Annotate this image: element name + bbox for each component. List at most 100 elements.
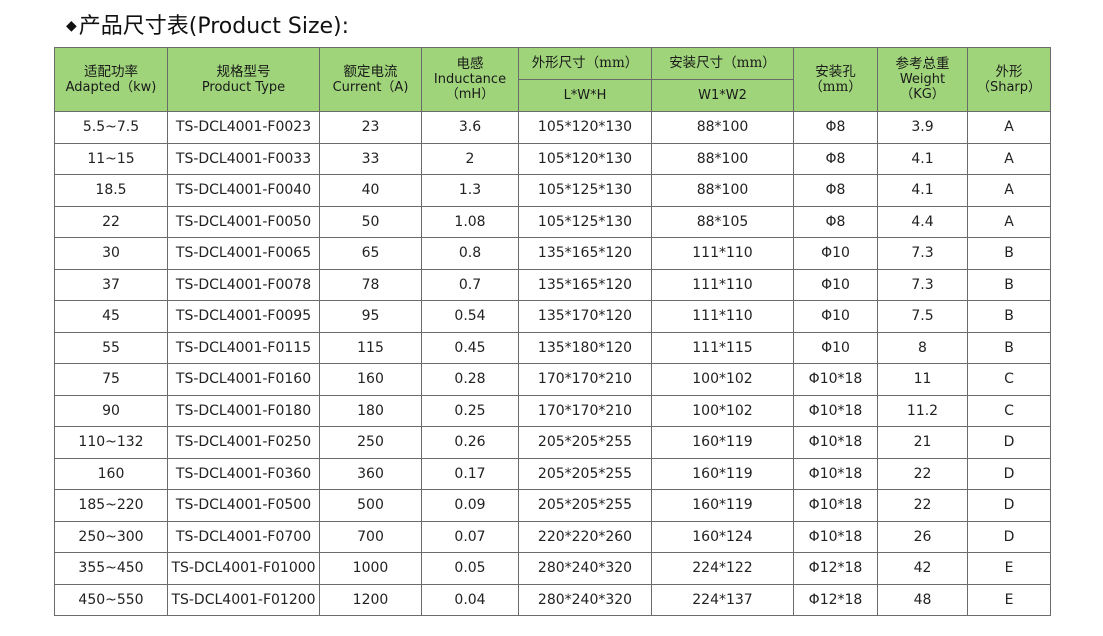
cell-adapted-power: 90: [54, 394, 168, 427]
cell-install-hole: Φ8: [793, 205, 878, 238]
cell-inductance: 0.17: [421, 457, 519, 490]
cell-shape: D: [967, 457, 1051, 490]
page-title-text: 产品尺寸表(Product Size):: [78, 14, 350, 39]
cell-product-type: TS-DCL4001-F0040: [167, 174, 320, 207]
cell-adapted-power: 250~300: [54, 520, 168, 553]
cell-inductance: 1.3: [421, 174, 519, 207]
cell-adapted-power: 355~450: [54, 552, 168, 585]
table-row: 355~450 TS-DCL4001-F01000 1000 0.05 280*240*…: [54, 552, 1051, 585]
cell-inductance: 0.7: [421, 268, 519, 301]
diamond-bullet-icon: ◆: [66, 18, 77, 34]
cell-install-hole: Φ10*18: [793, 426, 878, 459]
cell-current: 50: [319, 205, 422, 238]
table-row: 37 TS-DCL4001-F0078 78 0.7 135*165*120 111*11…: [54, 268, 1051, 301]
cell-current: 78: [319, 268, 422, 301]
cell-inductance: 2: [421, 142, 519, 175]
table-row: 18.5 TS-DCL4001-F0040 40 1.3 105*125*130 88*1…: [54, 174, 1051, 207]
cell-weight: 7.3: [877, 268, 968, 301]
cell-inductance: 0.05: [421, 552, 519, 585]
cell-product-type: TS-DCL4001-F0250: [167, 426, 320, 459]
cell-product-type: TS-DCL4001-F0033: [167, 142, 320, 175]
cell-inductance: 0.54: [421, 300, 519, 333]
table-row: 45 TS-DCL4001-F0095 95 0.54 135*170*120 111*1…: [54, 300, 1051, 333]
cell-install-dimensions: 160*119: [651, 489, 794, 522]
cell-install-dimensions: 224*137: [651, 583, 794, 616]
cell-install-dimensions: 160*124: [651, 520, 794, 553]
cell-current: 65: [319, 237, 422, 270]
table-row: 185~220 TS-DCL4001-F0500 500 0.09 205*205*25…: [54, 489, 1051, 522]
cell-weight: 42: [877, 552, 968, 585]
table-body: 5.5~7.5 TS-DCL4001-F0023 23 3.6 105*120*130 8…: [54, 111, 1051, 616]
cell-install-hole: Φ10*18: [793, 363, 878, 396]
cell-install-hole: Φ8: [793, 142, 878, 175]
cell-adapted-power: 37: [54, 268, 168, 301]
table-row: 22 TS-DCL4001-F0050 50 1.08 105*125*130 88*10…: [54, 205, 1051, 238]
cell-product-type: TS-DCL4001-F0065: [167, 237, 320, 270]
cell-outer-dimensions: 205*205*255: [518, 426, 652, 459]
cell-current: 95: [319, 300, 422, 333]
cell-install-dimensions: 100*102: [651, 394, 794, 427]
cell-shape: B: [967, 331, 1051, 364]
cell-outer-dimensions: 135*165*120: [518, 237, 652, 270]
header-current: 额定电流 Current（A): [319, 47, 422, 112]
table-row: 5.5~7.5 TS-DCL4001-F0023 23 3.6 105*120*130 8…: [54, 111, 1051, 144]
cell-adapted-power: 110~132: [54, 426, 168, 459]
cell-product-type: TS-DCL4001-F0050: [167, 205, 320, 238]
header-product-type: 规格型号 Product Type: [167, 47, 320, 112]
cell-install-dimensions: 111*110: [651, 268, 794, 301]
cell-weight: 22: [877, 457, 968, 490]
cell-outer-dimensions: 280*240*320: [518, 583, 652, 616]
cell-product-type: TS-DCL4001-F0078: [167, 268, 320, 301]
cell-install-dimensions: 160*119: [651, 457, 794, 490]
cell-install-dimensions: 160*119: [651, 426, 794, 459]
cell-current: 180: [319, 394, 422, 427]
cell-shape: E: [967, 552, 1051, 585]
cell-shape: D: [967, 520, 1051, 553]
cell-shape: B: [967, 237, 1051, 270]
cell-install-dimensions: 111*115: [651, 331, 794, 364]
cell-product-type: TS-DCL4001-F0500: [167, 489, 320, 522]
cell-current: 23: [319, 111, 422, 144]
cell-weight: 48: [877, 583, 968, 616]
cell-outer-dimensions: 170*170*210: [518, 363, 652, 396]
cell-shape: B: [967, 300, 1051, 333]
cell-install-hole: Φ10: [793, 268, 878, 301]
header-inductance: 电感 Inductance （mH）: [421, 47, 519, 112]
cell-outer-dimensions: 280*240*320: [518, 552, 652, 585]
table-row: 450~550 TS-DCL4001-F01200 1200 0.04 280*240*…: [54, 583, 1051, 616]
cell-adapted-power: 55: [54, 331, 168, 364]
cell-install-dimensions: 88*100: [651, 142, 794, 175]
cell-inductance: 0.8: [421, 237, 519, 270]
table-row: 11~15 TS-DCL4001-F0033 33 2 105*120*130 88*10…: [54, 142, 1051, 175]
cell-shape: D: [967, 489, 1051, 522]
cell-weight: 4.1: [877, 142, 968, 175]
cell-product-type: TS-DCL4001-F0160: [167, 363, 320, 396]
table-row: 55 TS-DCL4001-F0115 115 0.45 135*180*120 111*…: [54, 331, 1051, 364]
table-header: 适配功率 Adapted（kw) 规格型号 Product Type 额定电流 …: [54, 47, 1051, 112]
table-row: 90 TS-DCL4001-F0180 180 0.25 170*170*210 100*…: [54, 394, 1051, 427]
cell-weight: 4.1: [877, 174, 968, 207]
table-row: 110~132 TS-DCL4001-F0250 250 0.26 205*205*25…: [54, 426, 1051, 459]
cell-adapted-power: 160: [54, 457, 168, 490]
cell-inductance: 3.6: [421, 111, 519, 144]
cell-product-type: TS-DCL4001-F0023: [167, 111, 320, 144]
table-row: 160 TS-DCL4001-F0360 360 0.17 205*205*255 160…: [54, 457, 1051, 490]
cell-outer-dimensions: 205*205*255: [518, 489, 652, 522]
cell-adapted-power: 75: [54, 363, 168, 396]
header-outer-dimensions: 外形尺寸（mm）: [518, 47, 652, 80]
cell-outer-dimensions: 105*120*130: [518, 142, 652, 175]
cell-inductance: 0.04: [421, 583, 519, 616]
cell-install-dimensions: 224*122: [651, 552, 794, 585]
cell-shape: C: [967, 363, 1051, 396]
cell-inductance: 0.26: [421, 426, 519, 459]
cell-current: 700: [319, 520, 422, 553]
header-install-hole: 安装孔 （mm）: [793, 47, 878, 112]
cell-adapted-power: 185~220: [54, 489, 168, 522]
cell-adapted-power: 45: [54, 300, 168, 333]
table-row: 30 TS-DCL4001-F0065 65 0.8 135*165*120 111*11…: [54, 237, 1051, 270]
cell-adapted-power: 450~550: [54, 583, 168, 616]
cell-install-dimensions: 88*100: [651, 174, 794, 207]
cell-weight: 8: [877, 331, 968, 364]
cell-outer-dimensions: 135*165*120: [518, 268, 652, 301]
cell-weight: 3.9: [877, 111, 968, 144]
